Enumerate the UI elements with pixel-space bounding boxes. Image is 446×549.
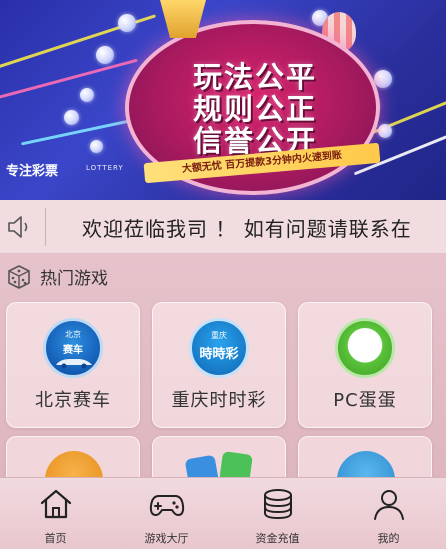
brand-label: 专注彩票	[6, 164, 59, 179]
section-title: 热门游戏	[40, 269, 108, 289]
lottery-ball	[378, 124, 392, 138]
lottery-ball	[90, 140, 103, 153]
game-card-pc-egg[interactable]: PC蛋蛋	[298, 302, 432, 428]
light-streak	[0, 58, 138, 101]
lottery-ball	[64, 110, 79, 125]
icon-caption: 時時彩	[199, 347, 239, 362]
coins-icon	[264, 489, 292, 520]
tab-label: 资金充值	[255, 532, 300, 545]
tab-game-lobby[interactable]: 游戏大厅	[111, 478, 222, 549]
game-card-chongqing-ssc[interactable]: 重庆 時時彩 重庆时时彩	[152, 302, 286, 428]
tab-deposit[interactable]: 资金充值	[222, 478, 333, 549]
lottery-ball	[374, 70, 392, 88]
dice-icon	[8, 265, 30, 289]
notice-divider	[45, 208, 46, 246]
lottery-ball	[118, 14, 136, 32]
game-label: PC蛋蛋	[333, 390, 397, 411]
tab-label: 游戏大厅	[144, 532, 189, 545]
icon-caption-small: 重庆	[211, 331, 227, 340]
tab-home[interactable]: 首页	[0, 478, 111, 549]
user-icon	[374, 490, 404, 520]
speaker-icon	[8, 216, 28, 238]
brand-label-en: LOTTERY	[86, 164, 124, 172]
car-icon	[56, 359, 92, 369]
notice-bar[interactable]: 欢迎莅临我司 ！ 如有问题请联系在	[0, 200, 446, 254]
promo-banner[interactable]: 玩法公平 规则公正 信誉公开 大额无忧 百万提款3分钟内火速到账 专注彩票 LO…	[0, 0, 446, 200]
lottery-ball	[96, 46, 114, 64]
gamepad-icon	[149, 495, 185, 516]
tab-label: 我的	[377, 532, 400, 545]
icon-caption: 赛车	[63, 345, 83, 356]
tab-label: 首页	[44, 532, 67, 545]
light-streak	[20, 117, 140, 146]
hot-games-header: 热门游戏	[0, 258, 446, 294]
bottom-nav: 首页 游戏大厅 资金充值 我的	[0, 477, 446, 549]
game-label: 北京赛车	[35, 390, 111, 411]
beijing-racing-icon: 北京 赛车	[43, 318, 103, 378]
tab-profile[interactable]: 我的	[333, 478, 444, 549]
pc-egg-icon	[335, 318, 395, 378]
chongqing-ssc-icon: 重庆 時時彩	[189, 318, 249, 378]
game-label: 重庆时时彩	[171, 390, 267, 411]
lottery-ball	[80, 88, 94, 102]
notice-text: 欢迎莅临我司 ！ 如有问题请联系在	[82, 217, 412, 241]
icon-caption-small: 北京	[65, 330, 81, 339]
game-card-beijing-racing[interactable]: 北京 赛车 北京赛车	[6, 302, 140, 428]
home-icon	[40, 489, 72, 519]
